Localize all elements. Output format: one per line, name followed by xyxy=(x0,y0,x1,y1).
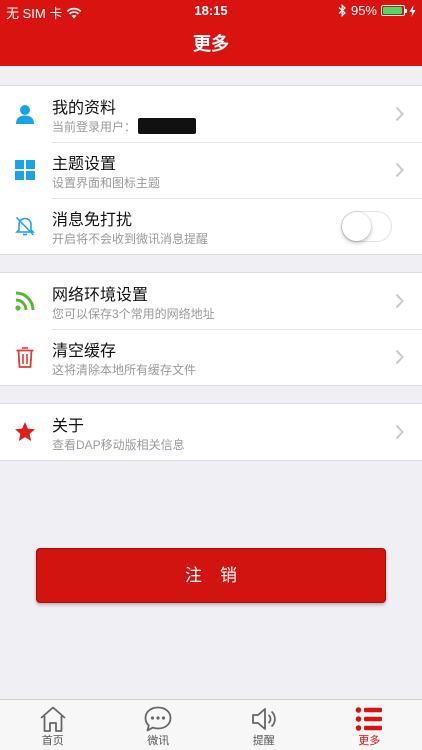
bluetooth-icon xyxy=(338,4,346,17)
profile-title: 我的资料 xyxy=(52,100,117,117)
settings-group-about: 关于 查看DAP移动版相关信息 xyxy=(0,403,422,461)
tab-home-label: 首页 xyxy=(41,735,64,747)
page-title: 更多 xyxy=(193,34,229,54)
profile-subtitle: 当前登录用户： xyxy=(52,118,197,135)
dnd-row: 消息免打扰 开启将不会收到微讯消息提醒 xyxy=(0,198,422,254)
chevron-right-icon xyxy=(395,424,404,440)
cache-subtitle: 这将清除本地所有缓存文件 xyxy=(52,363,197,377)
toggle-knob xyxy=(342,212,371,241)
redacted-username xyxy=(138,118,197,134)
profile-row[interactable]: 我的资料 当前登录用户： xyxy=(0,86,422,142)
charging-icon xyxy=(409,4,416,17)
tab-chat[interactable]: 微讯 xyxy=(106,700,212,750)
tab-more[interactable]: 更多 xyxy=(317,700,422,750)
status-bar: 无 SIM 卡 18:15 95% xyxy=(0,0,422,22)
network-title: 网络环境设置 xyxy=(52,287,149,304)
bell-off-icon xyxy=(15,216,35,236)
chevron-right-icon xyxy=(395,349,404,365)
about-subtitle: 查看DAP移动版相关信息 xyxy=(52,438,185,452)
battery-level xyxy=(383,7,402,14)
theme-subtitle: 设置界面和图标主题 xyxy=(52,176,161,190)
logout-button[interactable]: 注销 xyxy=(36,548,386,603)
chevron-right-icon xyxy=(395,293,404,309)
chevron-right-icon xyxy=(395,162,404,178)
about-title: 关于 xyxy=(52,418,85,435)
chat-icon xyxy=(144,706,172,732)
battery-icon xyxy=(381,5,407,16)
theme-grid-icon xyxy=(15,160,35,180)
tab-more-label: 更多 xyxy=(358,735,381,747)
network-subtitle: 您可以保存3个常用的网络地址 xyxy=(52,307,215,321)
tab-bar: 首页 微讯 提醒 更多 xyxy=(0,699,422,750)
star-icon xyxy=(15,422,35,441)
status-right: 95% xyxy=(338,3,416,18)
home-icon xyxy=(40,706,66,732)
tab-chat-label: 微讯 xyxy=(147,735,170,747)
theme-row[interactable]: 主题设置 设置界面和图标主题 xyxy=(0,142,422,198)
about-row[interactable]: 关于 查看DAP移动版相关信息 xyxy=(0,404,422,460)
trash-icon xyxy=(16,347,34,368)
tab-reminder[interactable]: 提醒 xyxy=(211,700,317,750)
tab-home[interactable]: 首页 xyxy=(0,700,106,750)
settings-group-personal: 我的资料 当前登录用户： 主题设置 设置界面和图标主题 消息免打扰 开启将不会收… xyxy=(0,85,422,255)
speaker-icon xyxy=(251,708,276,730)
dnd-title: 消息免打扰 xyxy=(52,212,133,229)
chevron-right-icon xyxy=(395,106,404,122)
top-header: 无 SIM 卡 18:15 95% 更多 xyxy=(0,0,422,66)
list-icon xyxy=(355,707,383,731)
network-row[interactable]: 网络环境设置 您可以保存3个常用的网络地址 xyxy=(0,273,422,329)
user-icon xyxy=(16,105,34,124)
battery-percent: 95% xyxy=(350,3,377,18)
rss-icon xyxy=(15,291,35,311)
cache-title: 清空缓存 xyxy=(52,343,117,360)
cache-row[interactable]: 清空缓存 这将清除本地所有缓存文件 xyxy=(0,329,422,385)
dnd-subtitle: 开启将不会收到微讯消息提醒 xyxy=(52,232,209,246)
tab-reminder-label: 提醒 xyxy=(252,735,275,747)
current-user-label: 当前登录用户： xyxy=(52,120,137,134)
settings-group-system: 网络环境设置 您可以保存3个常用的网络地址 清空缓存 这将清除本地所有缓存文件 xyxy=(0,272,422,386)
theme-title: 主题设置 xyxy=(52,156,117,173)
dnd-toggle[interactable] xyxy=(341,211,392,242)
